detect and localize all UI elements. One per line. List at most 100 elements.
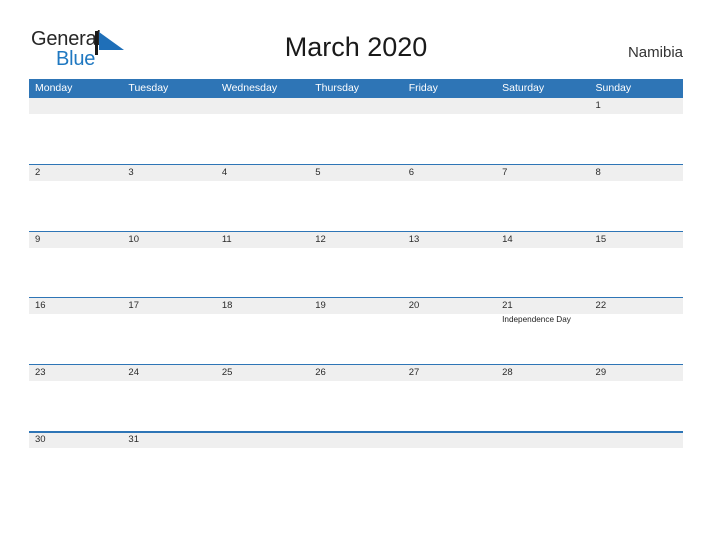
calendar-day-cell[interactable]: 27 bbox=[403, 365, 496, 431]
calendar-day-cell[interactable]: 23 bbox=[29, 365, 122, 431]
day-number: 22 bbox=[595, 300, 607, 312]
calendar-day-cell[interactable]: 11 bbox=[216, 232, 309, 298]
day-number: 28 bbox=[502, 367, 513, 379]
calendar-page: General Blue March 2020 Namibia Monday T… bbox=[0, 0, 712, 550]
calendar-day-cell[interactable]: 14 bbox=[496, 232, 589, 298]
calendar-day-cell[interactable]: 1 bbox=[590, 98, 683, 164]
calendar-week-cells: 23 24 25 26 27 28 29 bbox=[29, 365, 683, 431]
calendar-day-cell-empty bbox=[216, 98, 309, 164]
day-number: 25 bbox=[221, 367, 233, 379]
calendar-day-cell[interactable]: 21 Independence Day bbox=[496, 298, 589, 364]
calendar-day-cell[interactable]: 19 bbox=[309, 298, 402, 364]
day-number: 11 bbox=[221, 233, 232, 245]
calendar-week-cells: 1 bbox=[29, 98, 683, 164]
calendar-day-cell[interactable]: 18 bbox=[216, 298, 309, 364]
day-number: 16 bbox=[35, 300, 46, 312]
calendar-day-cell-empty bbox=[29, 98, 122, 164]
day-event-label: Independence Day bbox=[502, 315, 571, 325]
calendar-day-cell[interactable]: 20 bbox=[403, 298, 496, 364]
day-number: 13 bbox=[408, 233, 420, 245]
calendar-day-cell[interactable]: 26 bbox=[309, 365, 402, 431]
weekday-header-wednesday: Wednesday bbox=[221, 82, 278, 94]
calendar-week-row: 16 17 18 19 20 21 Independence Day 22 bbox=[29, 298, 683, 366]
calendar-week-row: 30 31 bbox=[29, 431, 683, 499]
day-number: 18 bbox=[221, 300, 233, 312]
calendar-day-cell[interactable]: 30 bbox=[29, 432, 122, 499]
weekday-header-sunday: Sunday bbox=[595, 82, 632, 94]
calendar-day-cell[interactable]: 22 bbox=[590, 298, 683, 364]
calendar-week-row: 2 3 4 5 6 7 8 bbox=[29, 164, 683, 232]
calendar-week-row: 1 bbox=[29, 98, 683, 165]
calendar-day-cell-empty bbox=[309, 432, 402, 499]
day-number: 26 bbox=[315, 367, 326, 379]
day-number: 6 bbox=[408, 166, 414, 178]
day-number: 4 bbox=[221, 166, 228, 178]
calendar-day-cell[interactable]: 31 bbox=[122, 432, 215, 499]
weekday-header-friday: Friday bbox=[408, 82, 438, 94]
calendar-day-cell-empty bbox=[122, 98, 215, 164]
calendar-week-cells: 9 10 11 12 13 14 15 bbox=[29, 232, 683, 298]
calendar-day-cell[interactable]: 17 bbox=[122, 298, 215, 364]
calendar-day-cell[interactable]: 2 bbox=[29, 165, 122, 231]
day-number: 31 bbox=[128, 433, 139, 445]
day-number: 23 bbox=[35, 367, 46, 379]
day-number: 14 bbox=[502, 233, 513, 245]
day-number: 24 bbox=[128, 367, 139, 379]
day-number: 2 bbox=[35, 166, 41, 178]
day-number: 1 bbox=[595, 100, 601, 111]
calendar-day-cell[interactable]: 3 bbox=[122, 165, 215, 231]
calendar-week-row: 9 10 11 12 13 14 15 bbox=[29, 231, 683, 299]
day-number: 30 bbox=[35, 433, 46, 445]
day-number: 17 bbox=[128, 300, 139, 312]
calendar-week-row: 23 24 25 26 27 28 29 bbox=[29, 365, 683, 432]
day-number: 9 bbox=[35, 233, 41, 245]
calendar-week-cells: 30 31 bbox=[29, 432, 683, 499]
calendar-day-cell-empty bbox=[403, 98, 496, 164]
calendar-week-cells: 2 3 4 5 6 7 8 bbox=[29, 165, 683, 231]
calendar-day-cell-empty bbox=[216, 432, 309, 499]
calendar-weeks: 1 2 3 4 5 6 7 8 9 10 11 12 13 14 15 16 17 18 19 20 21 Indepen… bbox=[29, 98, 683, 499]
calendar-day-cell[interactable]: 15 bbox=[590, 232, 683, 298]
calendar-day-cell[interactable]: 5 bbox=[309, 165, 402, 231]
calendar-day-cell[interactable]: 24 bbox=[122, 365, 215, 431]
calendar-day-cell[interactable]: 28 bbox=[496, 365, 589, 431]
calendar-day-cell[interactable]: 4 bbox=[216, 165, 309, 231]
day-number: 12 bbox=[315, 233, 326, 245]
calendar-week-cells: 16 17 18 19 20 21 Independence Day 22 bbox=[29, 298, 683, 364]
calendar-day-cell[interactable]: 9 bbox=[29, 232, 122, 298]
weekday-header-monday: Monday bbox=[35, 82, 73, 94]
day-number: 3 bbox=[128, 166, 134, 178]
weekday-header-row: Monday Tuesday Wednesday Thursday Friday… bbox=[29, 79, 683, 98]
day-number: 27 bbox=[408, 367, 420, 379]
calendar-day-cell-empty bbox=[590, 432, 683, 499]
day-number: 15 bbox=[595, 233, 607, 245]
calendar-day-cell[interactable]: 12 bbox=[309, 232, 402, 298]
day-number: 8 bbox=[595, 166, 601, 178]
day-number: 29 bbox=[595, 367, 607, 379]
weekday-header-thursday: Thursday bbox=[315, 82, 360, 94]
calendar-day-cell-empty bbox=[496, 432, 589, 499]
calendar-grid: Monday Tuesday Wednesday Thursday Friday… bbox=[29, 79, 683, 499]
calendar-day-cell[interactable]: 25 bbox=[216, 365, 309, 431]
weekday-header-tuesday: Tuesday bbox=[128, 82, 169, 94]
calendar-day-cell[interactable]: 6 bbox=[403, 165, 496, 231]
calendar-day-cell[interactable]: 8 bbox=[590, 165, 683, 231]
day-number: 7 bbox=[502, 166, 508, 178]
day-number: 20 bbox=[408, 300, 420, 312]
calendar-day-cell[interactable]: 10 bbox=[122, 232, 215, 298]
calendar-day-cell-empty bbox=[496, 98, 589, 164]
page-header: General Blue March 2020 Namibia bbox=[0, 0, 712, 79]
calendar-day-cell-empty bbox=[309, 98, 402, 164]
calendar-day-cell[interactable]: 13 bbox=[403, 232, 496, 298]
region-label: Namibia bbox=[627, 44, 683, 61]
calendar-day-cell[interactable]: 29 bbox=[590, 365, 683, 431]
day-number: 5 bbox=[315, 166, 321, 178]
calendar-day-cell[interactable]: 16 bbox=[29, 298, 122, 364]
day-number: 19 bbox=[315, 300, 326, 312]
page-title: March 2020 bbox=[284, 32, 428, 62]
weekday-header-saturday: Saturday bbox=[502, 82, 545, 94]
day-number: 10 bbox=[128, 233, 139, 245]
day-number: 21 bbox=[502, 300, 513, 312]
calendar-day-cell-empty bbox=[403, 432, 496, 499]
calendar-day-cell[interactable]: 7 bbox=[496, 165, 589, 231]
